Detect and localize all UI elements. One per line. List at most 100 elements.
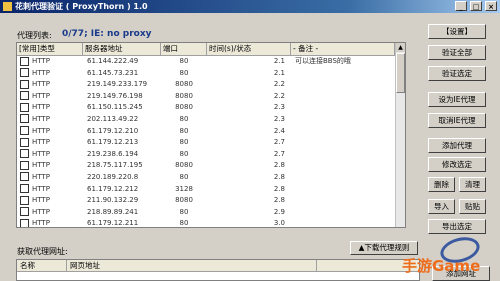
row-type-cell[interactable]: HTTP	[17, 160, 83, 172]
settings-button[interactable]: 【设置】	[428, 24, 486, 39]
row-type-cell[interactable]: HTTP	[17, 195, 83, 207]
vertical-scrollbar[interactable]: ▲	[395, 43, 405, 227]
status-text: 0/77; IE: no proxy	[62, 29, 152, 39]
column-header-name[interactable]: 名称	[17, 260, 67, 271]
table-row[interactable]: HTTP 61.145.73.231 80 2.1	[17, 68, 405, 80]
source-table-header: 名称 网页地址	[17, 260, 419, 272]
row-type: HTTP	[32, 138, 50, 147]
table-row[interactable]: HTTP 202.113.49.22 80 2.3	[17, 114, 405, 126]
row-address: 219.238.6.194	[87, 149, 139, 158]
row-type-cell[interactable]: HTTP	[17, 79, 83, 91]
add-proxy-button[interactable]: 添加代理	[428, 138, 486, 153]
table-row[interactable]: HTTP 218.89.89.241 80 2.9	[17, 207, 405, 219]
row-checkbox[interactable]	[20, 207, 29, 217]
table-row[interactable]: HTTP 219.149.233.179 8080 2.2	[17, 79, 405, 91]
row-checkbox[interactable]	[20, 126, 29, 136]
row-type-cell[interactable]: HTTP	[17, 56, 83, 68]
row-type-cell[interactable]: HTTP	[17, 137, 83, 149]
row-address: 211.90.132.29	[87, 196, 139, 205]
row-checkbox[interactable]	[20, 218, 29, 227]
row-type-cell[interactable]: HTTP	[17, 149, 83, 161]
verify-all-button[interactable]: 验证全部	[428, 45, 486, 60]
row-time: 2.9	[273, 207, 285, 216]
row-note	[291, 218, 395, 227]
column-header-url[interactable]: 网页地址	[67, 260, 317, 271]
row-type-cell[interactable]: HTTP	[17, 207, 83, 219]
row-checkbox[interactable]	[20, 91, 29, 101]
row-checkbox[interactable]	[20, 160, 29, 170]
edit-selected-button[interactable]: 修改选定	[428, 157, 486, 172]
row-port: 80	[179, 57, 189, 65]
row-type-cell[interactable]: HTTP	[17, 184, 83, 196]
paste-button[interactable]: 贴贴	[459, 199, 486, 214]
delete-button[interactable]: 删除	[428, 177, 455, 192]
row-type-cell[interactable]: HTTP	[17, 172, 83, 184]
verify-selected-button[interactable]: 验证选定	[428, 66, 486, 81]
row-note	[291, 207, 395, 219]
row-address: 219.149.76.198	[87, 91, 143, 100]
column-header-note[interactable]: - 备注 -	[291, 43, 395, 55]
export-selected-button[interactable]: 导出选定	[428, 219, 486, 234]
maximize-button[interactable]: □	[470, 1, 482, 11]
column-header-address[interactable]: 服务器地址	[83, 43, 161, 55]
row-checkbox[interactable]	[20, 114, 29, 124]
table-row[interactable]: HTTP 218.75.117.195 8080 2.8	[17, 160, 405, 172]
table-row[interactable]: HTTP 61.179.12.210 80 2.4	[17, 126, 405, 138]
table-row[interactable]: HTTP 61.150.115.245 8080 2.3	[17, 102, 405, 114]
row-type: HTTP	[32, 172, 50, 181]
cancel-ie-proxy-button[interactable]: 取消IE代理	[428, 113, 486, 128]
row-time: 3.0	[273, 219, 285, 228]
import-button[interactable]: 导入	[428, 199, 455, 214]
table-row[interactable]: HTTP 211.90.132.29 8080 2.8	[17, 195, 405, 207]
scroll-thumb[interactable]	[396, 53, 405, 93]
table-row[interactable]: HTTP 219.149.76.198 8080 2.2	[17, 91, 405, 103]
row-type: HTTP	[32, 207, 50, 216]
table-row[interactable]: HTTP 220.189.220.8 80 2.8	[17, 172, 405, 184]
row-port: 80	[179, 126, 189, 135]
minimize-button[interactable]: _	[455, 1, 467, 11]
row-type-cell[interactable]: HTTP	[17, 102, 83, 114]
column-header-type[interactable]: [常用]类型	[17, 43, 83, 55]
table-row[interactable]: HTTP 61.179.12.211 80 3.0	[17, 218, 405, 228]
row-port: 3128	[175, 184, 193, 193]
close-button[interactable]: ×	[485, 1, 497, 11]
row-port: 80	[179, 219, 189, 228]
column-header-time[interactable]: 时间(s)/状态	[207, 43, 291, 55]
row-checkbox[interactable]	[20, 68, 29, 78]
row-address: 218.75.117.195	[87, 161, 143, 170]
row-checkbox[interactable]	[20, 195, 29, 205]
proxy-table[interactable]: [常用]类型 服务器地址 端口 时间(s)/状态 - 备注 - HTTP 61.1…	[16, 42, 406, 228]
row-type-cell[interactable]: HTTP	[17, 126, 83, 138]
set-ie-proxy-button[interactable]: 设为IE代理	[428, 92, 486, 107]
row-port: 8080	[175, 103, 193, 112]
row-type: HTTP	[32, 161, 50, 170]
row-checkbox[interactable]	[20, 56, 29, 66]
row-checkbox[interactable]	[20, 102, 29, 112]
row-checkbox[interactable]	[20, 79, 29, 89]
row-time: 2.1	[273, 68, 285, 77]
row-type-cell[interactable]: HTTP	[17, 218, 83, 227]
column-header-port[interactable]: 端口	[161, 43, 207, 55]
grab-proxy-url-label: 获取代理网址:	[17, 247, 68, 256]
row-checkbox[interactable]	[20, 184, 29, 194]
row-note	[291, 149, 395, 161]
row-type: HTTP	[32, 80, 50, 89]
table-row[interactable]: HTTP 219.238.6.194 80 2.7	[17, 149, 405, 161]
download-rules-button[interactable]: ▲下载代理规则	[350, 241, 418, 255]
table-row[interactable]: HTTP 61.144.222.49 80 2.1 可以连接BBS的哦	[17, 56, 405, 68]
clear-button[interactable]: 清理	[459, 177, 486, 192]
scroll-up-icon[interactable]: ▲	[396, 43, 405, 52]
row-checkbox[interactable]	[20, 172, 29, 182]
row-checkbox[interactable]	[20, 149, 29, 159]
table-row[interactable]: HTTP 61.179.12.213 80 2.7	[17, 137, 405, 149]
row-type-cell[interactable]: HTTP	[17, 68, 83, 80]
row-address: 61.179.12.213	[87, 138, 139, 147]
row-address: 61.150.115.245	[87, 103, 143, 112]
row-address: 61.144.222.49	[87, 57, 139, 65]
proxy-source-table[interactable]: 名称 网页地址	[16, 259, 420, 281]
row-type-cell[interactable]: HTTP	[17, 91, 83, 103]
table-row[interactable]: HTTP 61.179.12.212 3128 2.8	[17, 184, 405, 196]
row-checkbox[interactable]	[20, 137, 29, 147]
row-type-cell[interactable]: HTTP	[17, 114, 83, 126]
row-type: HTTP	[32, 184, 50, 193]
